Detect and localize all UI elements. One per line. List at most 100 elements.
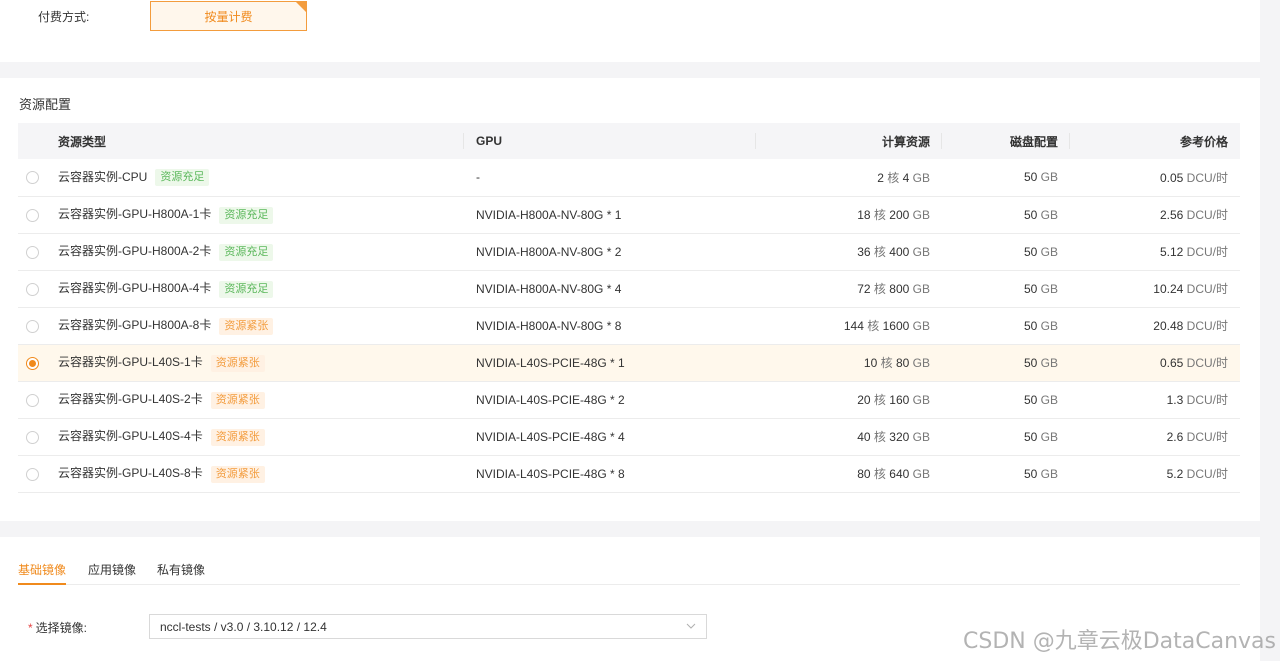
cores-unit: 核 bbox=[873, 208, 886, 222]
memory-value: 80 bbox=[895, 356, 910, 370]
disk-value: 50 bbox=[1023, 466, 1038, 481]
disk-unit: GB bbox=[1040, 170, 1058, 185]
table-row[interactable]: 云容器实例-GPU-H800A-2卡 资源充足 NVIDIA-H800A-NV-80… bbox=[18, 233, 1240, 271]
resource-name: 云容器实例-GPU-L40S-1卡 bbox=[58, 355, 203, 370]
table-header-row: 资源类型 GPU 计算资源 磁盘配置 参考价格 bbox=[18, 123, 1240, 159]
radio-button[interactable] bbox=[25, 467, 39, 481]
resource-table: 资源类型 GPU 计算资源 磁盘配置 参考价格 云容器实例-CPU 资源充足 -2 … bbox=[18, 123, 1240, 493]
table-row[interactable]: 云容器实例-GPU-L40S-1卡 资源紧张 NVIDIA-L40S-PCIE-48… bbox=[18, 344, 1240, 382]
row-radio-cell[interactable] bbox=[18, 418, 46, 456]
memory-value: 640 bbox=[889, 467, 910, 481]
radio-button[interactable] bbox=[25, 245, 39, 259]
price-unit: DCU/时 bbox=[1186, 356, 1228, 370]
resource-name: 云容器实例-GPU-H800A-4卡 bbox=[58, 281, 212, 296]
watermark: CSDN @九章云极DataCanvas bbox=[963, 629, 1276, 654]
disk-unit: GB bbox=[1040, 207, 1058, 222]
compute-cell: 36 核 400 GB bbox=[756, 233, 942, 271]
row-radio-cell[interactable] bbox=[18, 196, 46, 234]
row-radio-cell[interactable] bbox=[18, 233, 46, 271]
price-value: 5.12 bbox=[1159, 245, 1184, 259]
disk-cell: 50 GB bbox=[942, 344, 1070, 382]
radio-button[interactable] bbox=[25, 393, 39, 407]
memory-value: 4 bbox=[902, 170, 910, 185]
gpu-cell: NVIDIA-H800A-NV-80G * 1 bbox=[464, 196, 756, 234]
radio-button[interactable] bbox=[25, 282, 39, 296]
memory-value: 200 bbox=[889, 208, 910, 222]
row-radio-cell[interactable] bbox=[18, 270, 46, 308]
cores-value: 20 bbox=[857, 393, 871, 407]
row-radio-cell[interactable] bbox=[18, 344, 46, 382]
cores-value: 18 bbox=[857, 208, 871, 222]
price-cell: 5.2 DCU/时 bbox=[1070, 455, 1240, 493]
resource-type-cell: 云容器实例-GPU-L40S-8卡 资源紧张 bbox=[46, 455, 464, 493]
radio-button[interactable] bbox=[25, 356, 39, 370]
table-row[interactable]: 云容器实例-GPU-H800A-4卡 资源充足 NVIDIA-H800A-NV-80… bbox=[18, 270, 1240, 308]
status-badge: 资源紧张 bbox=[210, 391, 265, 409]
price-cell: 10.24 DCU/时 bbox=[1070, 270, 1240, 308]
table-row[interactable]: 云容器实例-GPU-H800A-1卡 资源充足 NVIDIA-H800A-NV-80… bbox=[18, 196, 1240, 234]
table-row[interactable]: 云容器实例-GPU-H800A-8卡 资源紧张 NVIDIA-H800A-NV-80… bbox=[18, 307, 1240, 345]
selected-corner-icon bbox=[296, 2, 306, 12]
compute-cell: 40 核 320 GB bbox=[756, 418, 942, 456]
table-row[interactable]: 云容器实例-CPU 资源充足 -2 核 4 GB 50 GB 0.05 DCU/时 bbox=[18, 159, 1240, 197]
row-radio-cell[interactable] bbox=[18, 381, 46, 419]
page-scrollbar[interactable] bbox=[1260, 0, 1280, 661]
image-tabs: 基础镜像 应用镜像 私有镜像 bbox=[18, 551, 1240, 585]
disk-cell: 50 GB bbox=[942, 270, 1070, 308]
image-select[interactable]: nccl-tests / v3.0 / 3.10.12 / 12.4 bbox=[149, 614, 707, 639]
status-badge: 资源紧张 bbox=[210, 428, 265, 446]
row-radio-cell[interactable] bbox=[18, 159, 46, 197]
price-unit: DCU/时 bbox=[1186, 170, 1228, 185]
cores-value: 36 bbox=[857, 245, 871, 259]
price-value: 2.6 bbox=[1166, 430, 1184, 444]
resource-type-cell: 云容器实例-GPU-H800A-8卡 资源紧张 bbox=[46, 307, 464, 345]
cores-value: 72 bbox=[857, 282, 871, 296]
price-value: 0.65 bbox=[1159, 356, 1184, 370]
compute-cell: 18 核 200 GB bbox=[756, 196, 942, 234]
price-unit: DCU/时 bbox=[1186, 245, 1228, 259]
compute-cell: 80 核 640 GB bbox=[756, 455, 942, 493]
row-radio-cell[interactable] bbox=[18, 307, 46, 345]
disk-value: 50 bbox=[1023, 318, 1038, 333]
disk-value: 50 bbox=[1023, 207, 1038, 222]
header-radio bbox=[18, 123, 46, 159]
compute-cell: 10 核 80 GB bbox=[756, 344, 942, 382]
header-compute: 计算资源 bbox=[756, 123, 942, 159]
tab-base-image[interactable]: 基础镜像 bbox=[18, 561, 67, 585]
radio-button[interactable] bbox=[25, 319, 39, 333]
billing-panel: 付费方式: 按量计费 bbox=[0, 0, 1260, 62]
cores-unit: 核 bbox=[873, 393, 886, 407]
radio-button[interactable] bbox=[25, 430, 39, 444]
disk-unit: GB bbox=[1040, 244, 1058, 259]
disk-cell: 50 GB bbox=[942, 307, 1070, 345]
resource-type-cell: 云容器实例-GPU-L40S-1卡 资源紧张 bbox=[46, 344, 464, 382]
memory-value: 320 bbox=[889, 430, 910, 444]
tab-private-image[interactable]: 私有镜像 bbox=[157, 561, 205, 585]
price-cell: 0.05 DCU/时 bbox=[1070, 159, 1240, 197]
billing-option-pay-as-you-go[interactable]: 按量计费 bbox=[150, 1, 307, 31]
gpu-cell: NVIDIA-L40S-PCIE-48G * 4 bbox=[464, 418, 756, 456]
price-cell: 5.12 DCU/时 bbox=[1070, 233, 1240, 271]
resource-type-cell: 云容器实例-GPU-L40S-2卡 资源紧张 bbox=[46, 381, 464, 419]
status-badge: 资源充足 bbox=[219, 280, 274, 298]
memory-unit: GB bbox=[912, 282, 930, 296]
table-row[interactable]: 云容器实例-GPU-L40S-4卡 资源紧张 NVIDIA-L40S-PCIE-48… bbox=[18, 418, 1240, 456]
resource-name: 云容器实例-GPU-L40S-2卡 bbox=[58, 392, 203, 407]
price-unit: DCU/时 bbox=[1186, 430, 1228, 444]
section-title: 资源配置 bbox=[19, 97, 72, 112]
memory-value: 800 bbox=[889, 282, 910, 296]
resource-type-cell: 云容器实例-GPU-H800A-2卡 资源充足 bbox=[46, 233, 464, 271]
table-row[interactable]: 云容器实例-GPU-L40S-2卡 资源紧张 NVIDIA-L40S-PCIE-48… bbox=[18, 381, 1240, 419]
disk-unit: GB bbox=[1040, 466, 1058, 481]
row-radio-cell[interactable] bbox=[18, 455, 46, 493]
memory-unit: GB bbox=[912, 245, 930, 259]
radio-button[interactable] bbox=[25, 171, 39, 185]
tab-app-image[interactable]: 应用镜像 bbox=[88, 561, 136, 585]
radio-button[interactable] bbox=[25, 208, 39, 222]
header-price: 参考价格 bbox=[1070, 123, 1240, 159]
table-row[interactable]: 云容器实例-GPU-L40S-8卡 资源紧张 NVIDIA-L40S-PCIE-48… bbox=[18, 455, 1240, 493]
memory-unit: GB bbox=[912, 170, 930, 185]
disk-cell: 50 GB bbox=[942, 418, 1070, 456]
gpu-cell: NVIDIA-H800A-NV-80G * 8 bbox=[464, 307, 756, 345]
price-cell: 20.48 DCU/时 bbox=[1070, 307, 1240, 345]
